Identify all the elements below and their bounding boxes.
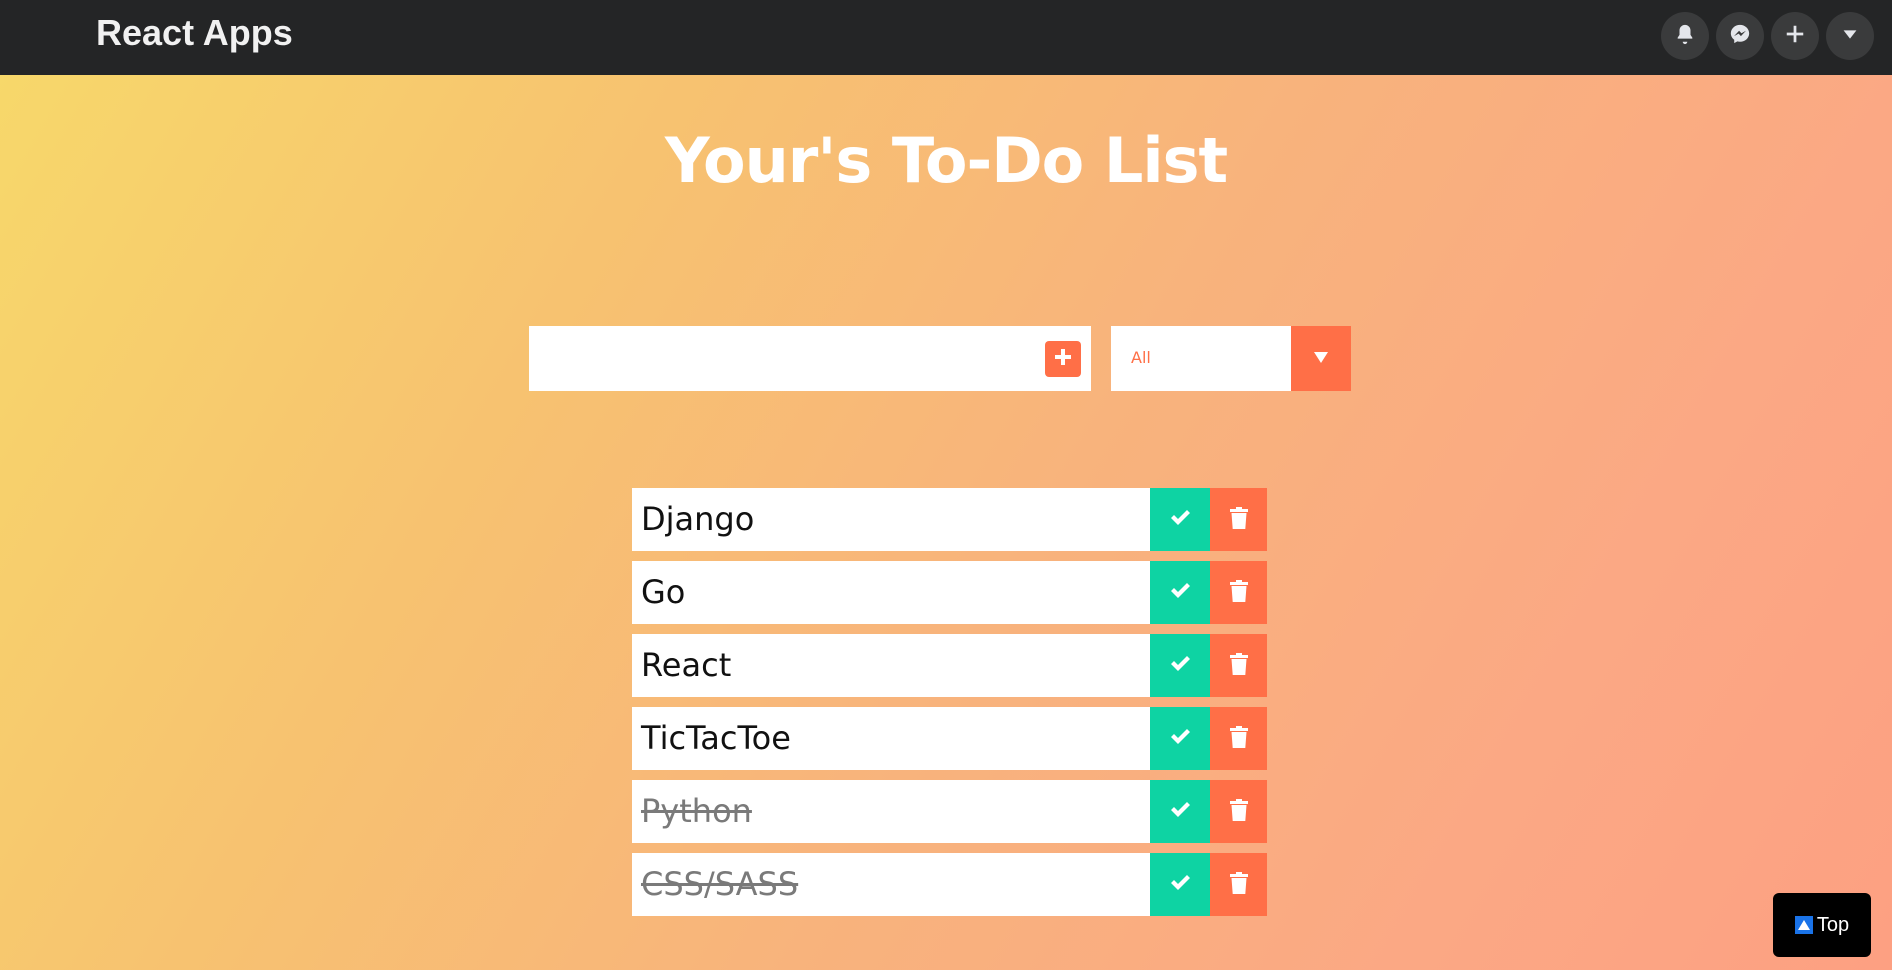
messenger-icon: [1729, 23, 1751, 49]
trash-icon: [1229, 725, 1248, 752]
todo-item-text: CSS/SASS: [641, 865, 799, 903]
todo-item: Python: [632, 780, 1267, 843]
todo-input[interactable]: [529, 326, 1029, 391]
check-icon: [1169, 874, 1191, 896]
todo-item-text: Go: [641, 573, 686, 611]
delete-button[interactable]: [1210, 780, 1267, 843]
check-icon: [1169, 655, 1191, 677]
todo-item: CSS/SASS: [632, 853, 1267, 916]
filter-dropdown-toggle[interactable]: [1291, 326, 1351, 391]
trash-icon: [1229, 579, 1248, 606]
delete-button[interactable]: [1210, 707, 1267, 770]
complete-button[interactable]: [1150, 561, 1210, 624]
trash-icon: [1229, 652, 1248, 679]
account-menu-button[interactable]: [1826, 12, 1874, 60]
trash-icon: [1229, 506, 1248, 533]
trash-icon: [1229, 871, 1248, 898]
add-todo-form: [529, 326, 1091, 391]
filter-select[interactable]: All: [1111, 326, 1351, 391]
complete-button[interactable]: [1150, 634, 1210, 697]
bell-icon: [1674, 23, 1696, 49]
plus-icon: [1784, 23, 1806, 49]
check-icon: [1169, 728, 1191, 750]
todo-item-text: Python: [641, 792, 752, 830]
scroll-to-top-button[interactable]: Top: [1773, 893, 1871, 957]
notifications-button[interactable]: [1661, 12, 1709, 60]
complete-button[interactable]: [1150, 488, 1210, 551]
complete-button[interactable]: [1150, 780, 1210, 843]
todo-item: Django: [632, 488, 1267, 551]
top-navbar: React Apps: [0, 0, 1892, 75]
filter-selected-value: All: [1131, 348, 1151, 367]
complete-button[interactable]: [1150, 853, 1210, 916]
complete-button[interactable]: [1150, 707, 1210, 770]
messenger-button[interactable]: [1716, 12, 1764, 60]
triangle-down-icon: [1312, 349, 1330, 368]
delete-button[interactable]: [1210, 488, 1267, 551]
navbar-icon-group: [1661, 12, 1874, 60]
delete-button[interactable]: [1210, 634, 1267, 697]
todo-item: React: [632, 634, 1267, 697]
delete-button[interactable]: [1210, 561, 1267, 624]
delete-button[interactable]: [1210, 853, 1267, 916]
create-button[interactable]: [1771, 12, 1819, 60]
brand-title[interactable]: React Apps: [96, 12, 293, 54]
todo-item: Go: [632, 561, 1267, 624]
add-todo-button[interactable]: [1045, 341, 1081, 377]
page-title: Your's To-Do List: [664, 124, 1228, 197]
todo-item-text: TicTacToe: [641, 719, 791, 757]
arrow-up-icon: [1794, 916, 1813, 934]
todo-item: TicTacToe: [632, 707, 1267, 770]
caret-down-icon: [1839, 23, 1861, 49]
check-icon: [1169, 509, 1191, 531]
plus-square-icon: [1051, 345, 1075, 373]
todo-item-text: Django: [641, 500, 755, 538]
scroll-to-top-label: Top: [1816, 913, 1850, 936]
todo-item-text: React: [641, 646, 732, 684]
todo-list: Django Go React TicTacToe Python CSS/SAS…: [632, 488, 1267, 926]
trash-icon: [1229, 798, 1248, 825]
check-icon: [1169, 582, 1191, 604]
check-icon: [1169, 801, 1191, 823]
